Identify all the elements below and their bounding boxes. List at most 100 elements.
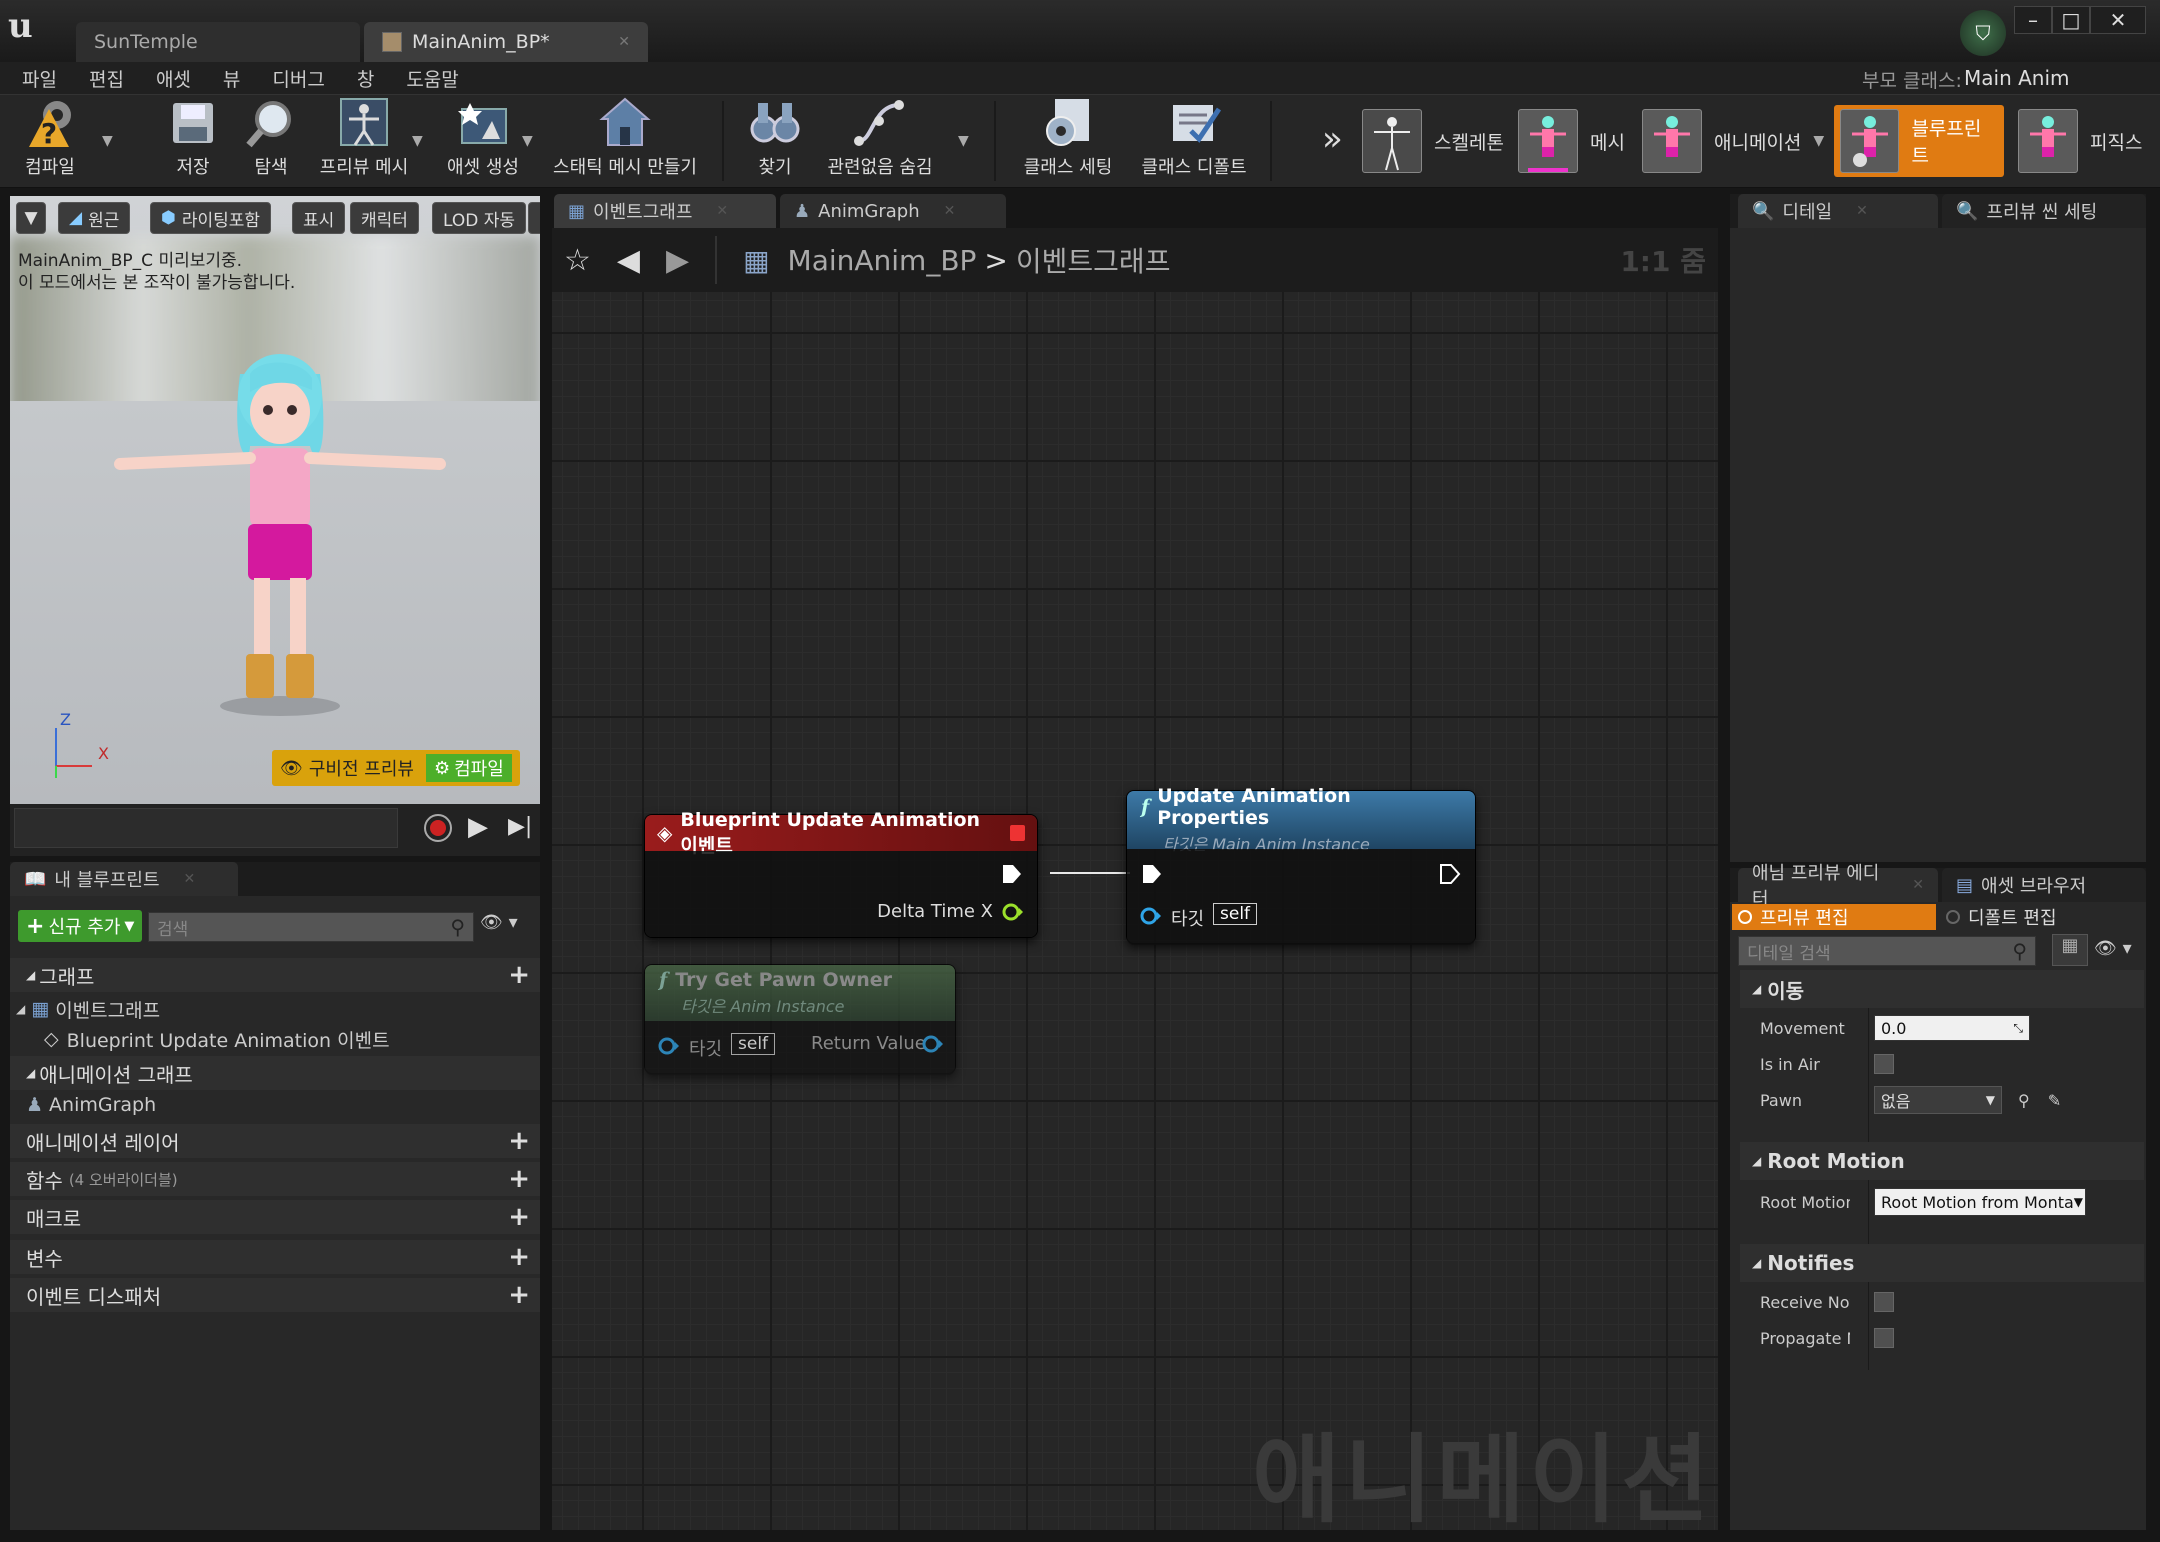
maximize-button[interactable]: □	[2052, 6, 2090, 34]
back-arrow-icon[interactable]: ◀	[617, 243, 640, 278]
details-category-notifies[interactable]: ◢ Notifies	[1740, 1244, 2144, 1282]
browse-magnifier-icon[interactable]: ⚲	[2018, 1091, 2030, 1110]
menu-asset[interactable]: 애셋	[156, 65, 191, 92]
preview-edit-toggle[interactable]: 프리뷰 편집	[1732, 904, 1936, 930]
add-new-button[interactable]: + 신규 추가 ▼	[18, 910, 143, 942]
view-options-icon[interactable]: 👁 ▾	[2094, 938, 2132, 959]
learn-icon[interactable]: ⛉	[1960, 10, 2006, 56]
tab-animgraph[interactable]: ♟ AnimGraph ✕	[780, 194, 1006, 228]
exec-out-pin-icon[interactable]	[1439, 863, 1461, 885]
save-button[interactable]: 저장	[158, 97, 228, 185]
root-motion-mode-dropdown[interactable]: Root Motion from Monta ▼	[1874, 1188, 2086, 1216]
graphs-category[interactable]: ◢ 그래프 +	[10, 958, 540, 992]
menu-debug[interactable]: 디버그	[272, 65, 324, 92]
preview-mesh-button[interactable]: 프리뷰 메시	[312, 97, 416, 185]
mode-physics[interactable]: 피직스	[2012, 105, 2148, 177]
tab-details[interactable]: 🔍 디테일 ✕	[1738, 194, 1938, 228]
menu-view[interactable]: 뷰	[223, 65, 240, 92]
mode-blueprint[interactable]: 블루프린트	[1834, 105, 2004, 177]
viewport-options-dropdown[interactable]: ▼	[16, 202, 46, 234]
add-anim-layer-button[interactable]: +	[508, 1126, 530, 1156]
menu-help[interactable]: 도움말	[406, 65, 458, 92]
function-node-try-get-pawn-owner[interactable]: f Try Get Pawn Owner 타깃은 Anim Instance 타…	[644, 964, 956, 1075]
make-static-mesh-button[interactable]: 스태틱 메시 만들기	[552, 97, 698, 185]
picker-eyedropper-icon[interactable]: ✎	[2048, 1091, 2061, 1110]
dispatchers-category[interactable]: 이벤트 디스패처 +	[10, 1278, 540, 1312]
create-asset-dropdown[interactable]: ▼	[522, 133, 533, 149]
close-tab-icon[interactable]: ✕	[184, 871, 196, 887]
browse-button[interactable]: 탐색	[236, 97, 306, 185]
class-defaults-button[interactable]: 클래스 디폴트	[1134, 97, 1254, 185]
event-delegate-pin-icon[interactable]	[1010, 825, 1025, 841]
self-value[interactable]: self	[1213, 903, 1258, 925]
animation-mode-dropdown[interactable]: ▼	[1813, 133, 1824, 149]
mode-skeleton[interactable]: 스켈레톤	[1356, 105, 1510, 177]
menu-window[interactable]: 창	[357, 65, 374, 92]
self-value[interactable]: self	[731, 1033, 776, 1055]
menu-edit[interactable]: 편집	[89, 65, 124, 92]
timeline-scrubber[interactable]	[14, 808, 398, 848]
preview-mesh-dropdown[interactable]: ▼	[412, 133, 423, 149]
close-tab-icon[interactable]: ✕	[716, 203, 728, 219]
add-function-button[interactable]: +	[508, 1164, 530, 1194]
breadcrumb-root[interactable]: MainAnim_BP	[788, 244, 977, 277]
close-tab-icon[interactable]: ✕	[618, 34, 630, 50]
record-button[interactable]	[424, 814, 452, 842]
variables-category[interactable]: 변수 +	[10, 1240, 540, 1274]
preview-viewport[interactable]: ▼ ◢ 원근 ⬢ 라이팅포함 표시 캐릭터 LOD 자동 MainAnim_BP_C…	[10, 196, 540, 804]
compile-button[interactable]: ? 컴파일	[10, 97, 90, 185]
character-button[interactable]: 캐릭터	[350, 202, 419, 234]
anim-layers-category[interactable]: 애니메이션 레이어 +	[10, 1124, 540, 1158]
close-tab-icon[interactable]: ✕	[1912, 877, 1924, 893]
forward-arrow-icon[interactable]: ▶	[666, 243, 689, 278]
find-button[interactable]: 찾기	[740, 97, 810, 185]
details-category-root-motion[interactable]: ◢ Root Motion	[1740, 1142, 2144, 1180]
mode-mesh[interactable]: 메시	[1512, 105, 1631, 177]
macros-category[interactable]: 매크로 +	[10, 1200, 540, 1234]
tab-asset-browser[interactable]: ▤ 애셋 브라우저	[1942, 868, 2146, 902]
propagate-notifies-checkbox[interactable]	[1874, 1328, 1894, 1348]
object-in-pin-icon[interactable]	[1139, 905, 1163, 927]
class-settings-button[interactable]: 클래스 세팅	[1016, 97, 1120, 185]
show-button[interactable]: 표시	[292, 202, 346, 234]
exec-out-pin-icon[interactable]	[1001, 863, 1023, 885]
exec-in-pin-icon[interactable]	[1141, 863, 1163, 885]
mode-animation[interactable]: 애니메이션 ▼	[1636, 105, 1830, 177]
tree-item-animgraph[interactable]: ♟ AnimGraph	[26, 1090, 156, 1120]
close-tab-icon[interactable]: ✕	[944, 203, 956, 219]
favorite-star-icon[interactable]: ☆	[564, 243, 591, 278]
functions-category[interactable]: 함수 (4 오버라이더블) +	[10, 1162, 540, 1196]
default-edit-toggle[interactable]: 디폴트 편집	[1946, 904, 2057, 930]
pawn-dropdown[interactable]: 없음 ▼	[1874, 1086, 2002, 1114]
close-tab-icon[interactable]: ✕	[1856, 203, 1868, 219]
play-icon[interactable]: ▶	[468, 812, 488, 842]
tab-anim-preview-editor[interactable]: 애님 프리뷰 에디터 ✕	[1738, 863, 1938, 910]
view-options-icon[interactable]: 👁 ▾	[480, 912, 518, 933]
step-forward-icon[interactable]: ▶|	[508, 814, 532, 839]
viewport-more-button[interactable]	[528, 202, 540, 234]
lod-auto-button[interactable]: LOD 자동	[432, 202, 527, 234]
blueprint-search-input[interactable]: 검색 ⚲	[148, 912, 474, 942]
add-dispatcher-button[interactable]: +	[508, 1280, 530, 1310]
event-graph-canvas[interactable]: ◈ Blueprint Update Animation 이벤트 Delta T…	[552, 292, 1718, 1530]
add-macro-button[interactable]: +	[508, 1202, 530, 1232]
tab-mainanim-bp[interactable]: MainAnim_BP* ✕	[364, 22, 648, 62]
tab-my-blueprint[interactable]: 📖 내 블루프린트 ✕	[10, 862, 238, 896]
is-in-air-checkbox[interactable]	[1874, 1054, 1894, 1074]
tab-preview-scene[interactable]: 🔍 프리뷰 씬 세팅	[1942, 194, 2146, 228]
tree-item-update-event[interactable]: ◇ Blueprint Update Animation 이벤트	[44, 1024, 390, 1054]
hide-unrelated-button[interactable]: 관련없음 숨김	[818, 97, 942, 185]
receive-notifies-checkbox[interactable]	[1874, 1292, 1894, 1312]
function-node-update-properties[interactable]: f Update Animation Properties 타깃은 Main A…	[1126, 785, 1476, 945]
compile-options-dropdown[interactable]: ▼	[102, 133, 113, 149]
tab-event-graph[interactable]: ▦ 이벤트그래프 ✕	[554, 194, 776, 228]
perspective-button[interactable]: ◢ 원근	[58, 202, 131, 234]
float-out-pin-icon[interactable]	[1001, 901, 1023, 923]
create-asset-button[interactable]: 애셋 생성	[440, 97, 526, 185]
tree-item-event-graph[interactable]: ◢ ▦ 이벤트그래프	[16, 994, 160, 1024]
close-window-button[interactable]: ✕	[2090, 6, 2146, 34]
details-search-input[interactable]: 디테일 검색 ⚲	[1738, 936, 2036, 966]
more-tools-button[interactable]: »	[1322, 119, 1343, 159]
property-matrix-icon[interactable]: ▦	[2052, 934, 2088, 966]
viewport-compile-button[interactable]: ⚙ 컴파일	[425, 754, 512, 782]
